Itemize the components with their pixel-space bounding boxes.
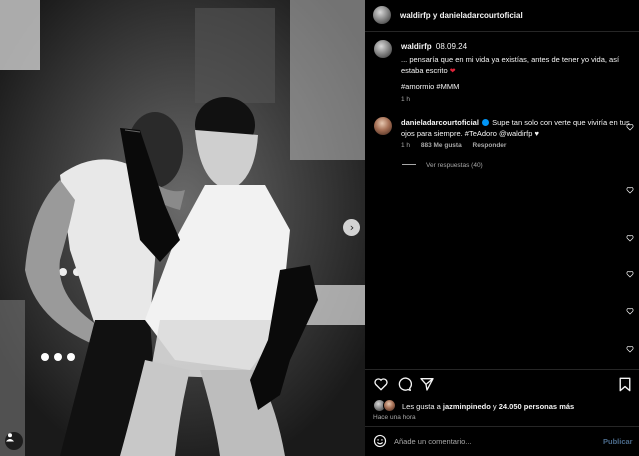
bookmark-icon[interactable]: [618, 377, 632, 392]
view-replies-label: Ver respuestas (40): [426, 162, 483, 169]
user-tag-button[interactable]: [5, 432, 23, 450]
comment-time: 1 h: [401, 142, 411, 149]
heart-icon[interactable]: [373, 376, 389, 392]
comment-like-heart-icon[interactable]: [626, 123, 634, 131]
heart-icon[interactable]: [626, 307, 634, 315]
red-heart-emoji-icon: ❤: [449, 68, 456, 75]
post-photo[interactable]: ›: [0, 0, 365, 456]
post-details-panel: waldirfp y danieladarcourtoficial waldir…: [365, 0, 639, 456]
likes-middle: y: [492, 402, 497, 411]
caption-time: 1 h: [401, 96, 411, 103]
likes-prefix: Les gusta a: [402, 402, 441, 411]
likes-user[interactable]: jazminpinedo: [443, 402, 491, 411]
comment-username[interactable]: danieladarcourtoficial: [401, 118, 479, 127]
comment-avatar[interactable]: [374, 117, 392, 135]
smiley-icon[interactable]: [373, 434, 387, 448]
header-avatar[interactable]: [373, 6, 391, 24]
reply-button[interactable]: Responder: [473, 142, 507, 149]
post-actions: [373, 376, 435, 392]
comment-text: danieladarcourtoficial Supe tan solo con…: [401, 117, 631, 139]
dancers-photo: [0, 0, 365, 456]
caption-username[interactable]: waldirfp: [401, 42, 432, 51]
caption-avatar[interactable]: [374, 40, 392, 58]
liker-avatar[interactable]: [383, 399, 396, 412]
caption-text: ... pensaría que en mi vida ya existías,…: [401, 54, 633, 77]
caption-header: waldirfp 08.09.24: [401, 42, 467, 51]
comment-input[interactable]: [394, 435, 594, 448]
view-replies-button[interactable]: Ver respuestas (40): [402, 162, 483, 169]
send-icon[interactable]: [419, 376, 435, 392]
comment-box-divider: [365, 426, 639, 427]
caption-body: ... pensaría que en mi vida ya existías,…: [401, 55, 620, 75]
comment-likes[interactable]: 883 Me gusta: [421, 142, 462, 149]
comment-meta: 1 h 883 Me gusta Responder: [401, 142, 515, 149]
heart-icon[interactable]: [626, 234, 634, 242]
caption-hashtags[interactable]: #amormio #MMM: [401, 82, 459, 91]
replies-line: [402, 164, 416, 165]
chevron-right-icon: ›: [349, 221, 355, 234]
heart-icon[interactable]: [626, 186, 634, 194]
verified-badge-icon: [482, 119, 490, 126]
likes-summary[interactable]: Les gusta a jazminpinedo y 24.050 person…: [402, 402, 574, 411]
user-tag-icon: [6, 433, 14, 442]
caption-date: 08.09.24: [435, 42, 468, 51]
carousel-next-button[interactable]: ›: [343, 219, 360, 236]
heart-icon[interactable]: [626, 345, 634, 353]
publish-button[interactable]: Publicar: [603, 437, 633, 446]
actions-divider: [365, 369, 639, 370]
post-header-title[interactable]: waldirfp y danieladarcourtoficial: [400, 11, 523, 20]
heart-icon[interactable]: [626, 270, 634, 278]
likes-count[interactable]: 24.050 personas más: [499, 402, 574, 411]
header-divider: [365, 31, 639, 32]
post-time: Hace una hora: [373, 414, 416, 421]
comment-bubble-icon[interactable]: [396, 376, 412, 392]
